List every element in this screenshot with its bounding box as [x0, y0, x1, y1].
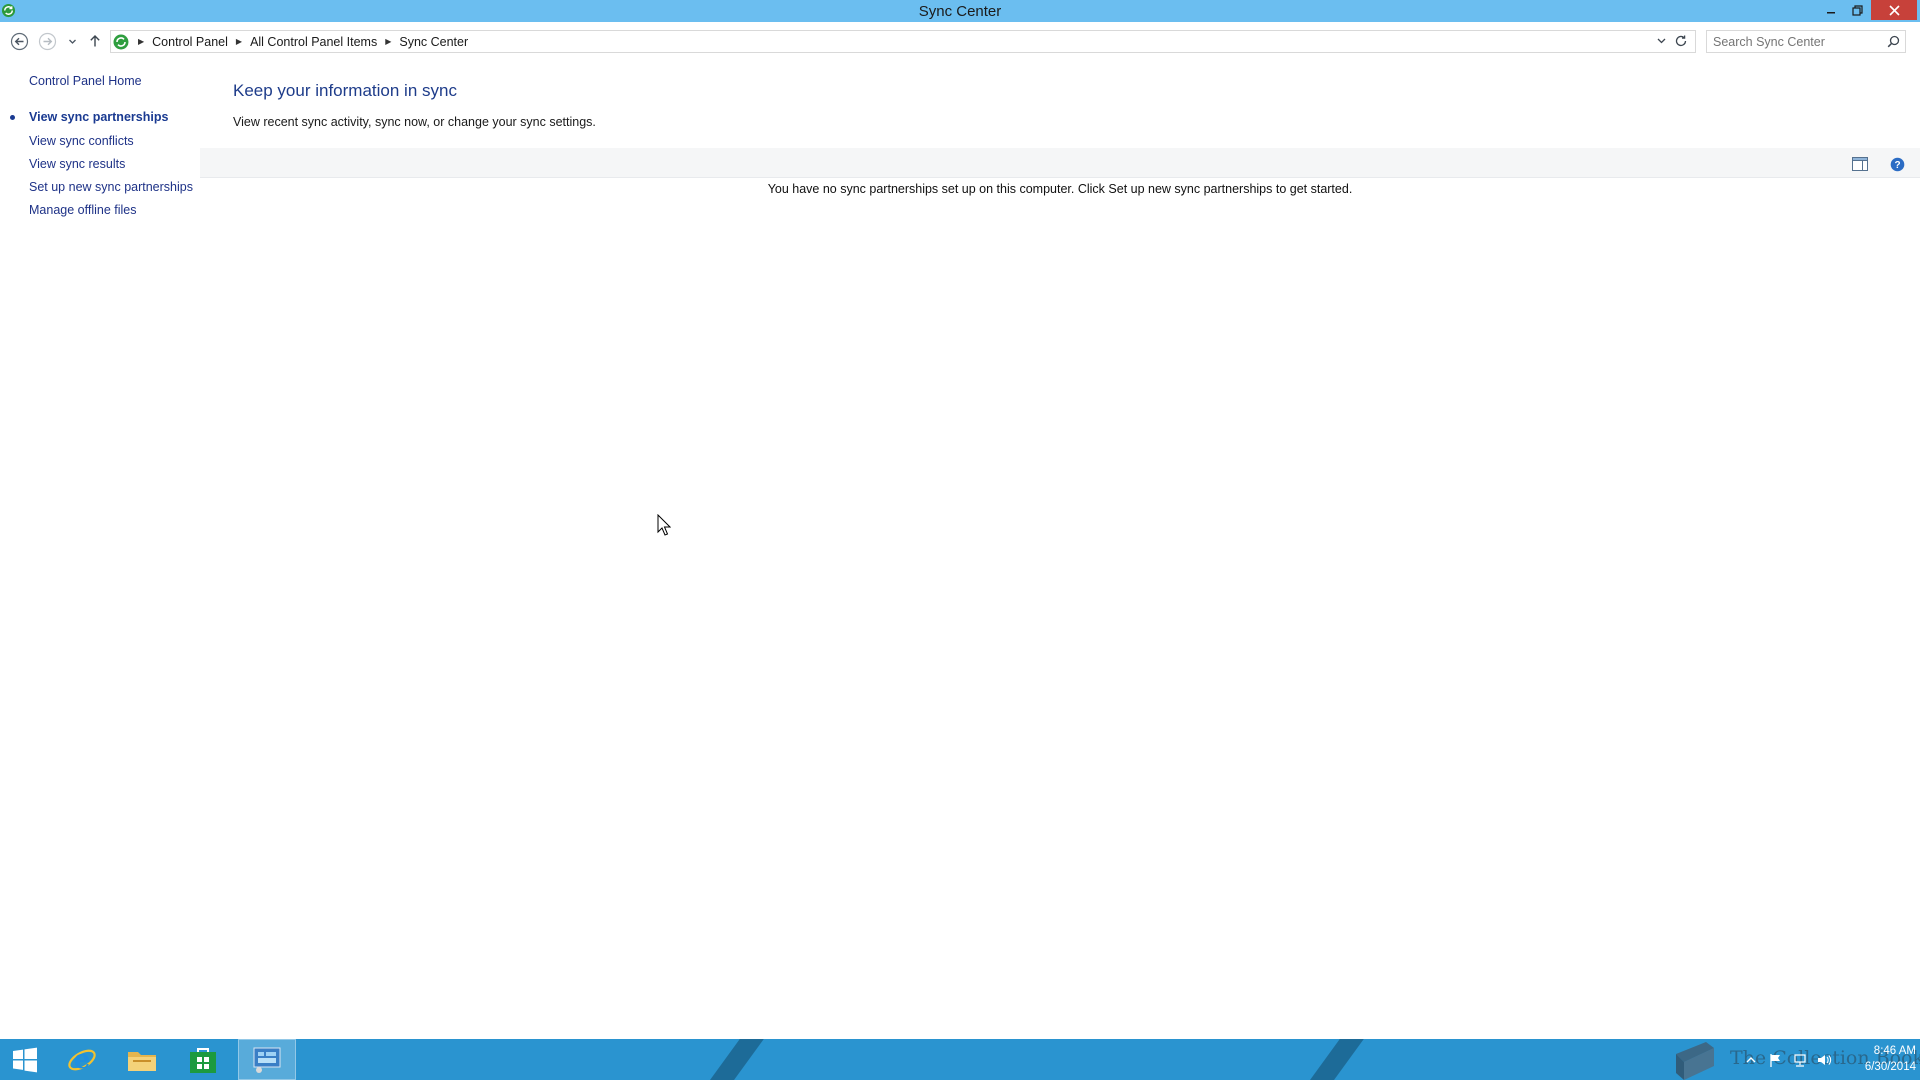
store-icon	[190, 1047, 216, 1073]
start-button[interactable]	[0, 1039, 50, 1080]
title-bar: Sync Center	[0, 0, 1920, 22]
back-button[interactable]	[8, 30, 30, 52]
forward-arrow-icon	[38, 32, 56, 50]
control-panel-taskbar-button[interactable]	[238, 1039, 296, 1080]
mouse-cursor-icon	[657, 514, 671, 536]
network-icon[interactable]	[1792, 1052, 1808, 1068]
control-panel-icon	[253, 1047, 281, 1073]
sync-center-icon	[113, 34, 129, 49]
view-sync-conflicts-link[interactable]: View sync conflicts	[29, 134, 134, 148]
taskbar-decoration	[696, 1039, 764, 1080]
forward-button[interactable]	[36, 30, 58, 52]
system-clock[interactable]: 8:46 AM 6/30/2014	[1836, 1043, 1916, 1075]
minimize-button[interactable]	[1818, 0, 1844, 20]
close-button[interactable]	[1871, 0, 1917, 20]
window-title: Sync Center	[918, 3, 1002, 20]
setup-new-sync-partnerships-link[interactable]: Set up new sync partnerships	[29, 180, 193, 194]
breadcrumb-all-control-panel-items[interactable]: All Control Panel Items	[250, 35, 377, 49]
empty-state-message: You have no sync partnerships set up on …	[767, 182, 1353, 196]
page-description: View recent sync activity, sync now, or …	[233, 115, 596, 129]
recent-locations-button[interactable]	[62, 30, 82, 52]
breadcrumb-separator-icon[interactable]: ▶	[138, 37, 144, 46]
file-explorer-icon	[128, 1051, 156, 1071]
volume-icon[interactable]	[1816, 1052, 1832, 1068]
svg-text:?: ?	[1894, 160, 1900, 171]
refresh-icon[interactable]	[1674, 34, 1688, 48]
clock-date: 6/30/2014	[1864, 1061, 1916, 1073]
breadcrumb-control-panel[interactable]: Control Panel	[152, 35, 228, 49]
system-tray	[1744, 1039, 1832, 1080]
help-button[interactable]: ?	[1888, 155, 1906, 173]
details-pane-icon	[1852, 157, 1868, 171]
search-box[interactable]	[1706, 30, 1906, 53]
show-hidden-icons-icon[interactable]	[1744, 1053, 1758, 1067]
back-arrow-icon	[10, 32, 28, 50]
content-toolbar: ?	[200, 148, 1920, 178]
breadcrumb-separator-icon[interactable]: ▶	[236, 37, 242, 46]
view-sync-results-link[interactable]: View sync results	[29, 157, 125, 171]
close-icon	[1888, 4, 1900, 16]
selected-bullet-icon	[10, 115, 15, 120]
address-bar[interactable]: ▶ Control Panel ▶ All Control Panel Item…	[110, 30, 1696, 53]
help-icon: ?	[1890, 157, 1904, 171]
taskbar-decoration	[1296, 1039, 1364, 1080]
breadcrumb-sync-center[interactable]: Sync Center	[399, 35, 468, 49]
up-arrow-icon	[90, 35, 100, 47]
file-explorer-taskbar-button[interactable]	[117, 1039, 167, 1080]
up-button[interactable]	[84, 30, 106, 52]
breadcrumb-separator-icon[interactable]: ▶	[385, 37, 391, 46]
chevron-down-icon	[68, 39, 76, 44]
taskbar: e The Collection Book	[0, 1039, 1920, 1080]
restore-icon	[1851, 4, 1863, 16]
page-title: Keep your information in sync	[233, 81, 457, 100]
internet-explorer-taskbar-button[interactable]: e	[57, 1039, 107, 1080]
book-icon	[1676, 1042, 1714, 1080]
minimize-icon	[1827, 12, 1835, 14]
store-taskbar-button[interactable]	[178, 1039, 228, 1080]
svg-text:e: e	[74, 1045, 91, 1075]
windows-start-icon	[13, 1047, 37, 1072]
internet-explorer-icon: e	[68, 1045, 96, 1075]
address-dropdown-icon[interactable]	[1656, 35, 1667, 46]
view-sync-partnerships-link[interactable]: View sync partnerships	[29, 110, 168, 124]
clock-time: 8:46 AM	[1873, 1045, 1916, 1057]
navigation-bar: ▶ Control Panel ▶ All Control Panel Item…	[0, 26, 1920, 56]
search-input[interactable]	[1707, 31, 1877, 52]
manage-offline-files-link[interactable]: Manage offline files	[29, 203, 136, 217]
control-panel-home-link[interactable]: Control Panel Home	[29, 74, 142, 88]
action-center-flag-icon[interactable]	[1768, 1052, 1784, 1068]
restore-button[interactable]	[1844, 0, 1870, 20]
search-icon[interactable]	[1887, 35, 1900, 48]
change-view-button[interactable]	[1851, 155, 1869, 173]
